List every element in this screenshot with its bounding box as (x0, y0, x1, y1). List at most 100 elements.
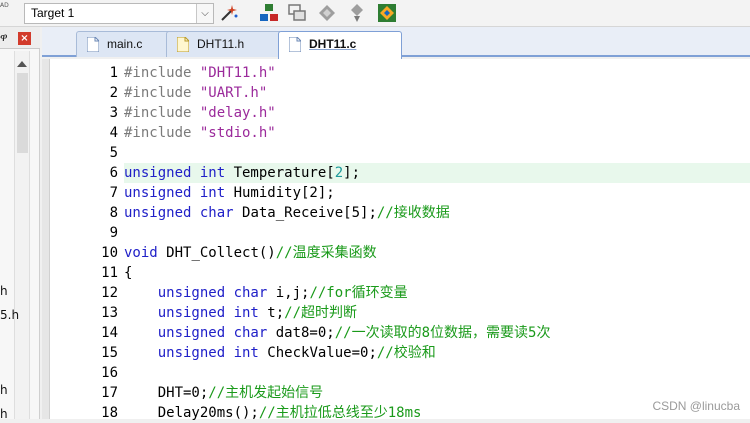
code-token: ]; (343, 165, 360, 181)
code-token: //主机发起始信号 (208, 385, 323, 401)
tab-dht11-c[interactable]: DHT11.c (278, 31, 402, 59)
code-line[interactable] (124, 223, 750, 243)
tree-item-fragment[interactable]: h (0, 383, 8, 397)
tab-label: DHT11.c (309, 37, 356, 51)
scroll-up-icon[interactable] (17, 61, 27, 67)
diamond-down-icon[interactable] (346, 2, 368, 24)
line-number: 15 (50, 343, 122, 363)
code-token: CheckValue=0; (267, 345, 377, 361)
code-line[interactable]: unsigned int t;//超时判断 (124, 303, 750, 323)
code-line[interactable]: { (124, 263, 750, 283)
h-file-icon (177, 37, 189, 52)
load-icon[interactable] (376, 2, 398, 24)
code-token: Humidity[2]; (234, 185, 335, 201)
target-select-value: Target 1 (31, 6, 74, 20)
code-token: DHT=0; (124, 385, 208, 401)
tree-item-fragment[interactable]: h (0, 284, 8, 298)
diamond-icon[interactable] (316, 2, 338, 24)
code-token: unsigned int (124, 345, 267, 361)
code-token: //for循环变量 (309, 285, 407, 301)
project-panel-header: ዋ × (0, 27, 40, 49)
code-line[interactable]: unsigned char dat8=0;//一次读取的8位数据，需要读5次 (124, 323, 750, 343)
code-token: #include (124, 125, 200, 141)
line-number: 7 (50, 183, 122, 203)
tree-item-fragment[interactable]: 5.h (0, 308, 19, 322)
code-line[interactable]: unsigned int CheckValue=0;//校验和 (124, 343, 750, 363)
watermark: CSDN @linucba (652, 399, 740, 413)
code-token: unsigned int (124, 305, 267, 321)
c-file-icon (289, 37, 301, 52)
code-token: t; (267, 305, 284, 321)
line-number: 5 (50, 143, 122, 163)
code-token: Temperature[ (234, 165, 335, 181)
code-line[interactable]: #include "delay.h" (124, 103, 750, 123)
code-token: "stdio.h" (200, 125, 276, 141)
code-token: unsigned char (124, 285, 276, 301)
line-number: 6 (50, 163, 122, 183)
target-select[interactable]: Target 1 ⌵ (24, 3, 214, 24)
code-area[interactable]: #include "DHT11.h"#include "UART.h"#incl… (124, 59, 750, 419)
code-token: unsigned int (124, 165, 234, 181)
project-panel: ዋ × h 5.h h h (0, 27, 40, 419)
code-token: i,j; (276, 285, 310, 301)
code-token: void (124, 245, 166, 261)
code-token: DHT_Collect() (166, 245, 276, 261)
code-line[interactable]: #include "DHT11.h" (124, 63, 750, 83)
code-token: unsigned int (124, 185, 234, 201)
code-token: 2 (335, 165, 343, 181)
code-token: "UART.h" (200, 85, 267, 101)
line-number: 4 (50, 123, 122, 143)
line-number: 18 (50, 403, 122, 423)
code-line[interactable] (124, 363, 750, 383)
code-line[interactable]: unsigned char i,j;//for循环变量 (124, 283, 750, 303)
line-number: 16 (50, 363, 122, 383)
line-number: 10 (50, 243, 122, 263)
code-line[interactable]: void DHT_Collect()//温度采集函数 (124, 243, 750, 263)
code-token: dat8=0; (276, 325, 335, 341)
line-number: 14 (50, 323, 122, 343)
code-token: //温度采集函数 (276, 245, 377, 261)
code-editor[interactable]: 123456789101112131415161718 #include "DH… (42, 59, 750, 419)
code-token: //超时判断 (284, 305, 357, 321)
code-token: "delay.h" (200, 105, 276, 121)
code-token: Data_Receive[5]; (242, 205, 377, 221)
chevron-down-icon[interactable]: ⌵ (196, 4, 213, 23)
code-line[interactable]: unsigned int Humidity[2]; (124, 183, 750, 203)
line-number: 2 (50, 83, 122, 103)
code-token: #include (124, 65, 200, 81)
close-icon[interactable]: × (18, 32, 31, 45)
line-number: 11 (50, 263, 122, 283)
window-icon[interactable] (286, 2, 308, 24)
scroll-thumb[interactable] (17, 73, 28, 153)
magic-wand-icon[interactable] (218, 2, 240, 24)
line-number: 12 (50, 283, 122, 303)
tab-label: DHT11.h (197, 37, 244, 51)
line-number-gutter: 123456789101112131415161718 (50, 59, 124, 419)
code-token: unsigned char (124, 205, 242, 221)
code-token: "DHT11.h" (200, 65, 276, 81)
code-token: //一次读取的8位数据，需要读5次 (335, 325, 551, 341)
code-token: { (124, 265, 132, 281)
code-line[interactable]: unsigned int Temperature[2]; (124, 163, 750, 183)
tab-label: main.c (107, 37, 142, 51)
code-line[interactable]: #include "UART.h" (124, 83, 750, 103)
code-line[interactable]: unsigned char Data_Receive[5];//接收数据 (124, 203, 750, 223)
code-line[interactable] (124, 143, 750, 163)
line-number: 9 (50, 223, 122, 243)
editor-margin (42, 59, 50, 419)
line-number: 1 (50, 63, 122, 83)
code-line[interactable]: #include "stdio.h" (124, 123, 750, 143)
code-token: unsigned char (124, 325, 276, 341)
line-number: 8 (50, 203, 122, 223)
line-number: 17 (50, 383, 122, 403)
line-number: 13 (50, 303, 122, 323)
code-token: //校验和 (377, 345, 436, 361)
tab-dht11-h[interactable]: DHT11.h (166, 31, 282, 57)
build-stack-icon[interactable] (258, 2, 280, 24)
editor-tabbar: main.c DHT11.h DHT11.c (42, 27, 750, 57)
panel-header-fragment: ዋ (0, 31, 8, 45)
code-token: //接收数据 (377, 205, 450, 221)
toolbar-left-fragment: AD (0, 0, 14, 27)
code-token: #include (124, 85, 200, 101)
vertical-scrollbar[interactable] (14, 51, 30, 419)
